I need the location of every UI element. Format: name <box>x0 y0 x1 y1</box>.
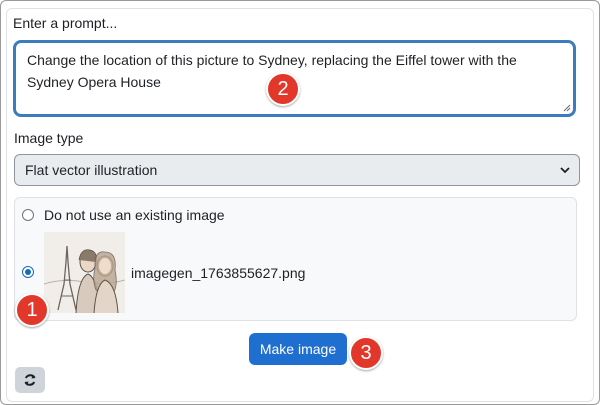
eiffel-couple-sketch-icon <box>44 232 125 313</box>
make-image-button[interactable]: Make image <box>249 333 347 365</box>
existing-image-filename[interactable]: imagegen_1763855627.png <box>131 265 305 281</box>
annotation-badge-3: 3 <box>349 336 383 370</box>
refresh-icon <box>24 374 36 386</box>
radio-existing-image[interactable] <box>22 266 34 278</box>
image-type-select[interactable]: Flat vector illustration <box>14 154 580 186</box>
resize-grip-icon[interactable] <box>563 104 571 112</box>
image-type-label: Image type <box>14 130 84 146</box>
chevron-down-icon <box>560 167 570 174</box>
annotation-badge-1: 1 <box>15 293 49 327</box>
refresh-button[interactable] <box>15 367 45 393</box>
annotation-badge-2: 2 <box>266 72 300 106</box>
existing-image-thumbnail[interactable] <box>44 232 125 313</box>
no-existing-image-label[interactable]: Do not use an existing image <box>44 207 225 223</box>
radio-no-existing-image[interactable] <box>22 209 34 221</box>
image-type-selected: Flat vector illustration <box>25 162 158 178</box>
prompt-label: Enter a prompt... <box>13 15 118 31</box>
